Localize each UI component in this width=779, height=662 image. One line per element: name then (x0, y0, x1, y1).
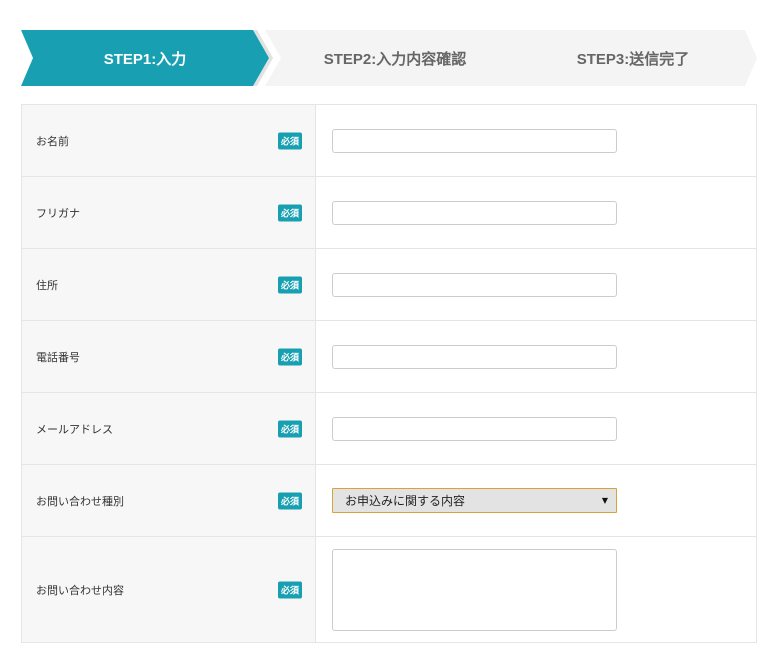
field-input-cell (316, 321, 756, 392)
field-label-cell: お問い合わせ種別 必須 (22, 465, 316, 536)
required-badge: 必須 (278, 492, 303, 509)
form-row-email: メールアドレス 必須 (22, 392, 756, 464)
field-label-cell: お問い合わせ内容 必須 (22, 537, 316, 642)
field-input-cell (316, 393, 756, 464)
field-input-cell (316, 105, 756, 176)
required-badge: 必須 (278, 204, 303, 221)
step-1-active: STEP1:入力 (21, 30, 269, 86)
step-indicator: STEP1:入力 STEP2:入力内容確認 STEP3:送信完了 (21, 30, 757, 86)
field-label: 電話番号 (36, 351, 80, 364)
field-label: メールアドレス (36, 423, 113, 436)
name-input[interactable] (332, 128, 617, 153)
field-label-cell: 電話番号 必須 (22, 321, 316, 392)
email-input[interactable] (332, 416, 617, 441)
field-label-cell: お名前 必須 (22, 105, 316, 176)
required-badge: 必須 (278, 132, 303, 149)
field-label: フリガナ (36, 207, 80, 220)
field-input-cell (316, 537, 756, 642)
field-label: お問い合わせ内容 (36, 584, 124, 597)
form-row-inquiry-type: お問い合わせ種別 必須 お申込みに関する内容 ▼ (22, 464, 756, 536)
select-value: お申込みに関する内容 (345, 494, 466, 508)
field-label-cell: フリガナ 必須 (22, 177, 316, 248)
field-input-cell (316, 177, 756, 248)
field-label-cell: メールアドレス 必須 (22, 393, 316, 464)
form-row-name: お名前 必須 (22, 104, 756, 176)
contact-form: お名前 必須 フリガナ 必須 住所 必須 電話番号 必須 メールアドレス 必須 … (21, 104, 757, 643)
form-row-phone: 電話番号 必須 (22, 320, 756, 392)
furigana-input[interactable] (332, 200, 617, 225)
field-label: 住所 (36, 279, 58, 292)
form-row-inquiry-content: お問い合わせ内容 必須 (22, 536, 756, 643)
form-row-address: 住所 必須 (22, 248, 756, 320)
phone-input[interactable] (332, 344, 617, 369)
field-label-cell: 住所 必須 (22, 249, 316, 320)
required-badge: 必須 (278, 276, 303, 293)
field-input-cell (316, 249, 756, 320)
dropdown-arrow-icon: ▼ (601, 496, 608, 505)
form-row-furigana: フリガナ 必須 (22, 176, 756, 248)
step-2: STEP2:入力内容確認 (265, 30, 525, 86)
field-label: お問い合わせ種別 (36, 495, 124, 508)
inquiry-type-select[interactable]: お申込みに関する内容 ▼ (332, 488, 617, 513)
required-badge: 必須 (278, 581, 303, 598)
step-3: STEP3:送信完了 (509, 30, 757, 86)
field-label: お名前 (36, 135, 69, 148)
field-input-cell: お申込みに関する内容 ▼ (316, 465, 756, 536)
inquiry-content-textarea[interactable] (332, 548, 617, 631)
address-input[interactable] (332, 272, 617, 297)
required-badge: 必須 (278, 420, 303, 437)
required-badge: 必須 (278, 348, 303, 365)
